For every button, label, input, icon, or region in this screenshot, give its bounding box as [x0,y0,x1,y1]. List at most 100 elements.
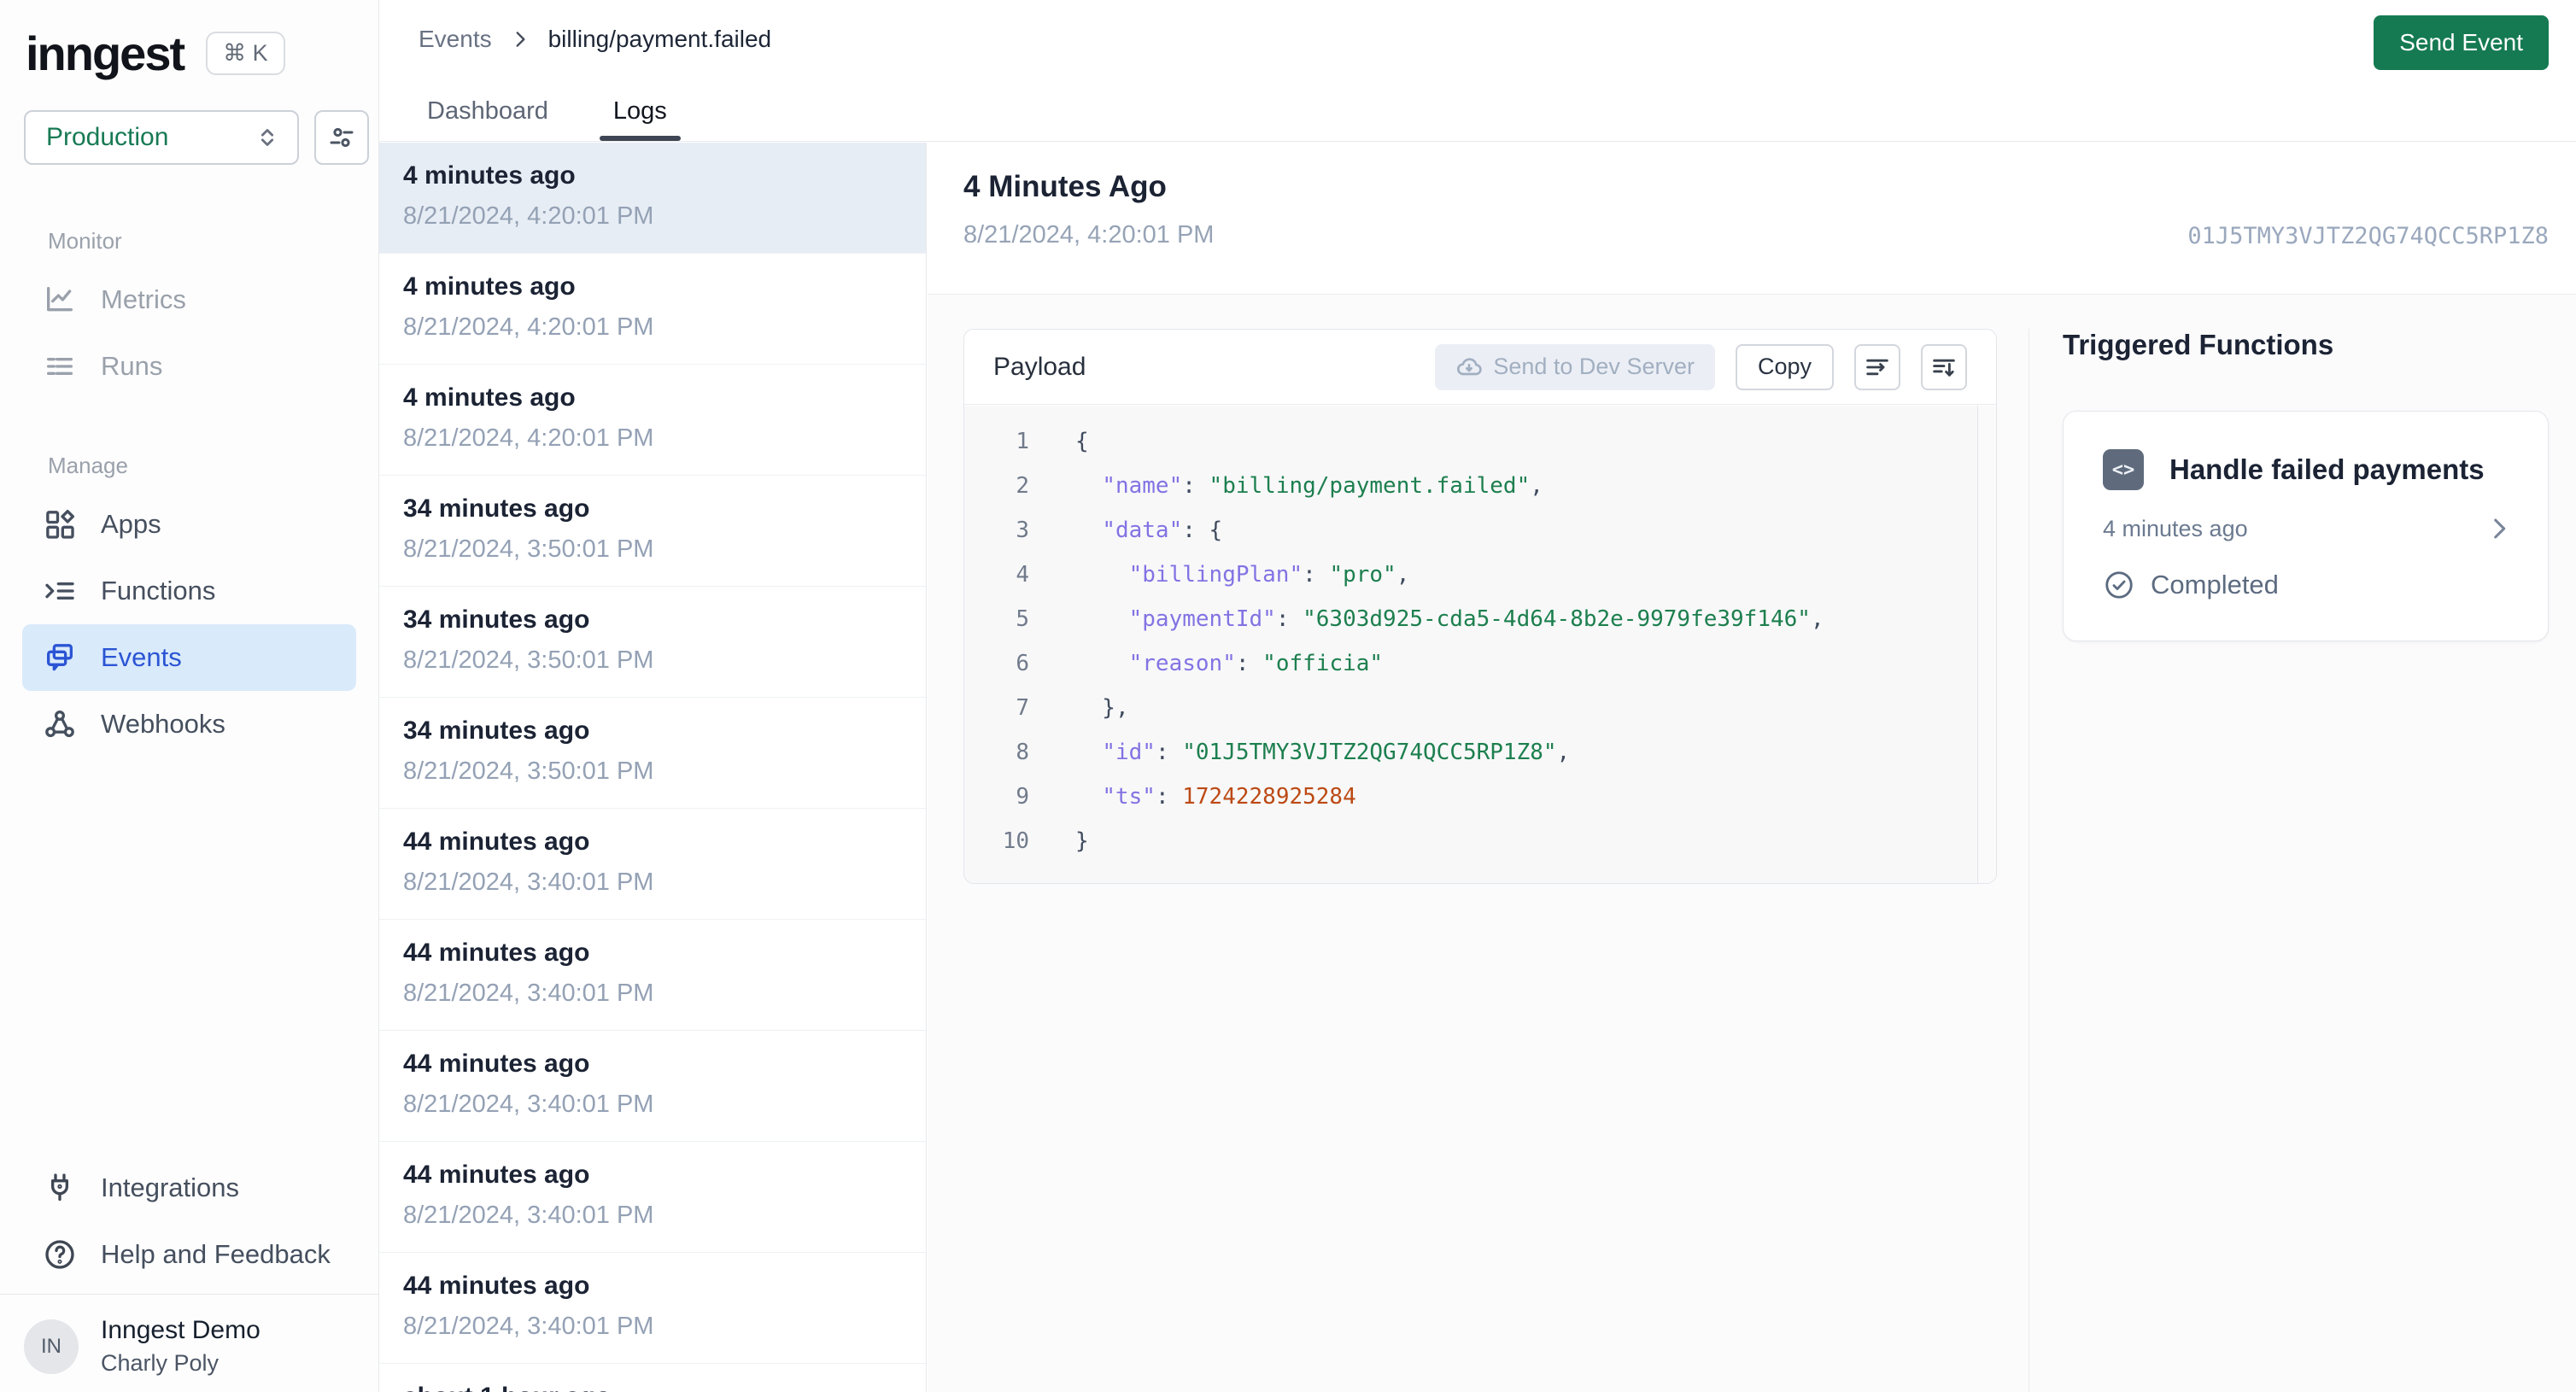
event-detail-timestamp: 8/21/2024, 4:20:01 PM [963,221,1215,249]
wrap-text-button[interactable] [1854,343,1900,390]
payload-title: Payload [993,352,1086,381]
sliders-icon [326,122,357,153]
topbar: Events billing/payment.failed Dashboard … [379,0,2576,142]
code-text: "data": { [1102,518,1223,543]
event-relative-time: 34 minutes ago [403,605,590,634]
sidebar-item-functions[interactable]: Functions [22,558,356,624]
event-list-item[interactable]: 34 minutes ago 8/21/2024, 3:50:01 PM [379,587,926,698]
sidebar-item-metrics[interactable]: Metrics [22,266,356,333]
event-relative-time: 44 minutes ago [403,939,590,967]
sidebar-item-help[interactable]: Help and Feedback [22,1221,356,1288]
event-relative-time: 34 minutes ago [403,494,590,523]
avatar: IN [24,1319,79,1374]
event-list-item[interactable]: about 1 hour ago [379,1364,926,1392]
code-text: "reason": "officia" [1128,651,1384,676]
code-line: 1{ [964,419,1996,464]
payload-code-viewer[interactable]: 1{ 2 "name": "billing/payment.failed", 3 "… [964,406,1996,883]
event-timestamp: 8/21/2024, 4:20:01 PM [403,202,654,230]
plug-icon [43,1171,77,1205]
scroll-to-bottom-button[interactable] [1921,343,1967,390]
code-line: 9 "ts": 1724228925284 [964,775,1996,819]
event-list-item[interactable]: 4 minutes ago 8/21/2024, 4:20:01 PM [379,143,926,254]
event-relative-time: 44 minutes ago [403,1161,590,1189]
event-list-item[interactable]: 34 minutes ago 8/21/2024, 3:50:01 PM [379,698,926,809]
line-number: 10 [1002,828,1029,854]
event-relative-time: 44 minutes ago [403,828,590,856]
send-event-button[interactable]: Send Event [2374,15,2549,70]
copy-button[interactable]: Copy [1735,343,1834,390]
event-relative-time: 34 minutes ago [403,716,590,745]
payload-card: Payload Send to Dev Server Copy 1 {2 "n… [963,329,1997,884]
event-detail-panel: 4 Minutes Ago 8/21/2024, 4:20:01 PM 01J5… [928,143,2576,1392]
code-text: "paymentId": "6303d925-cda5-4d64-8b2e-99… [1128,606,1824,632]
sidebar-item-integrations[interactable]: Integrations [22,1155,356,1221]
environment-settings-button[interactable] [314,110,369,165]
user-name: Inngest Demo [101,1316,261,1344]
code-line: 5 "paymentId": "6303d925-cda5-4d64-8b2e-… [964,597,1996,641]
line-number: 2 [1016,473,1029,499]
event-list-item[interactable]: 44 minutes ago 8/21/2024, 3:40:01 PM [379,1253,926,1364]
events-icon [43,640,77,675]
sidebar-item-runs[interactable]: Runs [22,333,356,400]
chevron-right-icon [2485,514,2514,543]
function-status: Completed [2151,570,2279,599]
event-relative-time: 44 minutes ago [403,1272,590,1300]
code-lines: 1{ 2 "name": "billing/payment.failed", 3 "… [964,406,1996,863]
sidebar-item-events[interactable]: Events [22,624,356,691]
line-number: 4 [1016,562,1029,588]
payload-toolbar: Payload Send to Dev Server Copy [964,330,1996,405]
help-circle-icon [43,1237,77,1272]
send-to-dev-server-button[interactable]: Send to Dev Server [1435,343,1715,390]
code-line: 3 "data": { [964,508,1996,553]
event-list-item[interactable]: 4 minutes ago 8/21/2024, 4:20:01 PM [379,254,926,365]
event-list-item[interactable]: 4 minutes ago 8/21/2024, 4:20:01 PM [379,365,926,476]
sidebar-item-label: Functions [101,576,216,605]
sidebar-item-label: Webhooks [101,709,225,739]
event-timestamp: 8/21/2024, 3:40:01 PM [403,980,654,1007]
event-list-item[interactable]: 44 minutes ago 8/21/2024, 3:40:01 PM [379,1031,926,1142]
code-scrollbar[interactable] [1977,406,1996,883]
chart-line-icon [43,283,77,317]
nav-section-manage: Manage [48,453,128,478]
triggered-function-card[interactable]: <> Handle failed payments 4 minutes ago … [2063,411,2549,641]
sidebar-item-label: Events [101,642,182,672]
environment-selector[interactable]: Production [24,110,299,165]
event-list-item[interactable]: 34 minutes ago 8/21/2024, 3:50:01 PM [379,476,926,587]
event-relative-time: 4 minutes ago [403,383,576,412]
tab-dashboard[interactable]: Dashboard [419,81,557,141]
sidebar-item-label: Runs [101,351,163,381]
user-org: Charly Poly [101,1350,220,1376]
apps-grid-icon [43,507,77,541]
event-relative-time: 44 minutes ago [403,1050,590,1078]
chevron-updown-icon [253,123,282,152]
cloud-arrow-icon [1455,354,1483,381]
list-lines-icon [43,349,77,383]
function-name: Handle failed payments [2169,453,2485,485]
user-menu[interactable]: IN Inngest Demo Charly Poly [24,1316,261,1377]
event-relative-time: 4 minutes ago [403,161,576,190]
line-number: 5 [1016,606,1029,632]
inngest-logo: inngest [26,26,185,80]
check-circle-icon [2103,569,2135,601]
command-k-shortcut[interactable]: ⌘ K [206,32,285,75]
code-line: 10} [964,819,1996,863]
event-timestamp: 8/21/2024, 3:40:01 PM [403,1091,654,1118]
breadcrumb-events-link[interactable]: Events [419,26,492,53]
code-text: "name": "billing/payment.failed", [1102,473,1543,499]
event-detail-title: 4 Minutes Ago [963,170,1167,203]
sidebar-item-webhooks[interactable]: Webhooks [22,691,356,757]
sidebar-item-apps[interactable]: Apps [22,491,356,558]
event-id: 01J5TMY3VJTZ2QG74QCC5RP1Z8 [2187,223,2549,249]
event-timestamp: 8/21/2024, 3:50:01 PM [403,757,654,785]
event-list-item[interactable]: 44 minutes ago 8/21/2024, 3:40:01 PM [379,809,926,920]
sidebar-footer: Integrations Help and Feedback [22,1155,356,1288]
line-number: 1 [1016,429,1029,454]
triggered-functions-heading: Triggered Functions [2063,329,2334,360]
tab-logs[interactable]: Logs [599,81,681,141]
event-timestamp: 8/21/2024, 3:50:01 PM [403,646,654,674]
event-list-item[interactable]: 44 minutes ago 8/21/2024, 3:40:01 PM [379,1142,926,1253]
code-text: }, [1075,695,1129,721]
line-number: 3 [1016,518,1029,543]
event-timestamp: 8/21/2024, 3:40:01 PM [403,1313,654,1340]
event-list-item[interactable]: 44 minutes ago 8/21/2024, 3:40:01 PM [379,920,926,1031]
